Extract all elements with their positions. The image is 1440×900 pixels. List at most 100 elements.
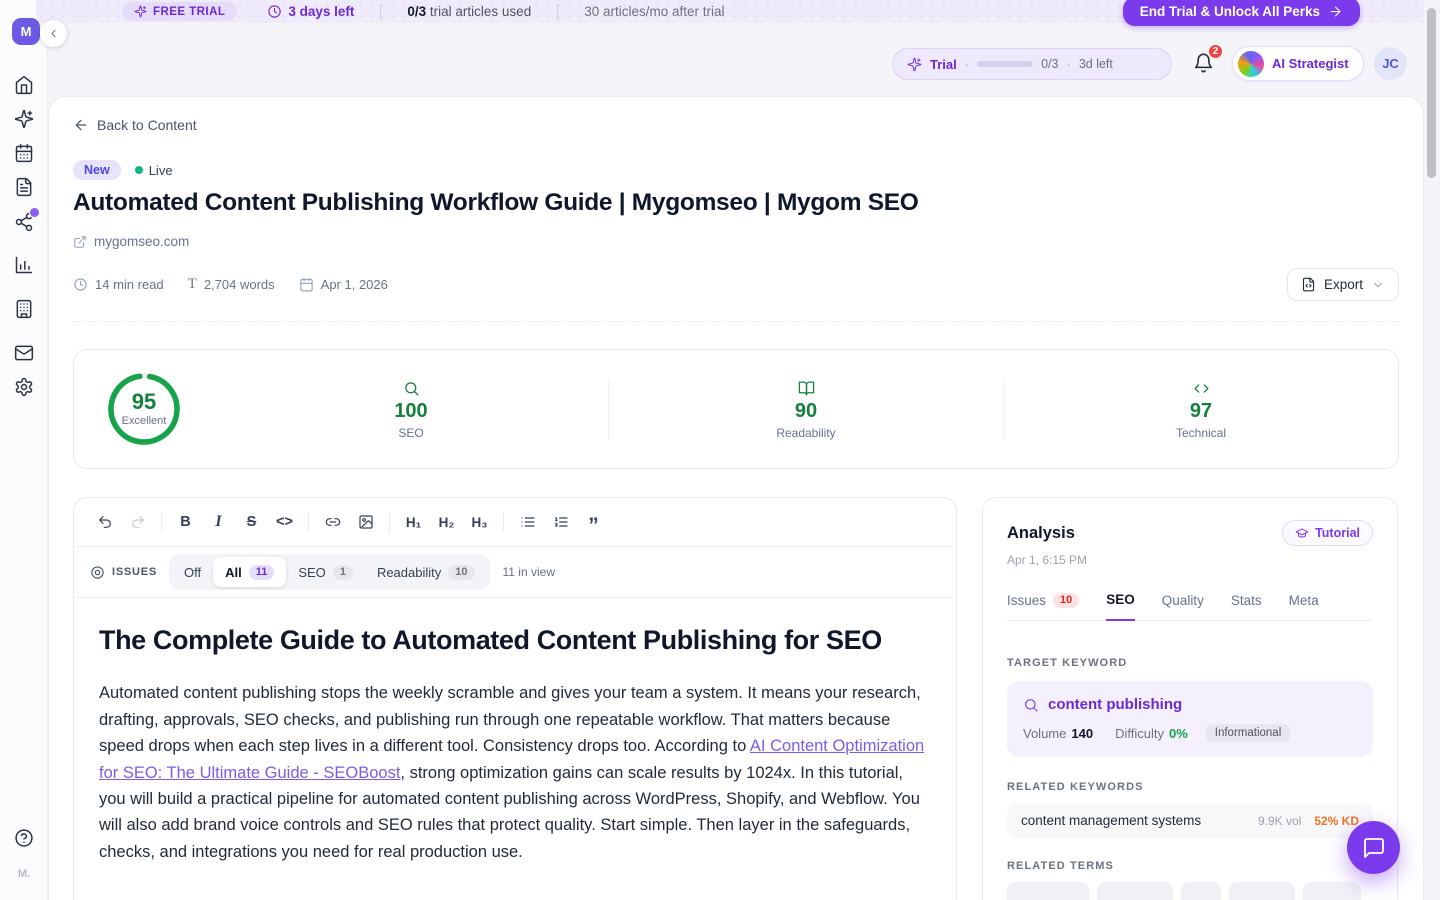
tab-stats[interactable]: Stats [1231, 592, 1262, 620]
sidebar-item-content[interactable] [14, 177, 34, 197]
keyword-difficulty: 0% [1169, 726, 1188, 741]
heading3-button[interactable]: H₃ [463, 507, 496, 537]
sidebar-item-analytics[interactable] [14, 255, 34, 275]
undo-button[interactable] [88, 507, 121, 537]
site-domain-link[interactable]: mygomseo.com [73, 234, 189, 249]
image-button[interactable] [349, 507, 382, 537]
trial-progress-bar [977, 61, 1033, 67]
undo-icon [97, 514, 113, 530]
related-term-pill[interactable] [1007, 882, 1089, 900]
analysis-tabs: Issues 10 SEO Quality Stats Meta [1007, 592, 1373, 621]
live-status: Live [135, 163, 173, 178]
trial-time-left: 3d left [1079, 57, 1113, 71]
trial-status-pill[interactable]: Trial · 0/3 · 3d left [892, 48, 1172, 80]
divider [73, 321, 1399, 322]
related-keyword-row[interactable]: content management systems 9.9K vol 52% … [1007, 803, 1373, 838]
article-heading: The Complete Guide to Automated Content … [99, 624, 930, 656]
export-button[interactable]: Export [1287, 268, 1399, 301]
filter-readability-count: 10 [448, 565, 474, 580]
gear-icon [14, 377, 34, 397]
related-term-pill[interactable] [1097, 882, 1173, 900]
sidebar-item-settings[interactable] [14, 377, 34, 397]
blockquote-button[interactable]: ” [577, 507, 610, 537]
trial-articles-used: 0/3 trial articles used [407, 4, 531, 19]
chevron-left-icon [47, 27, 60, 40]
tab-quality[interactable]: Quality [1162, 592, 1204, 620]
home-icon [14, 75, 34, 95]
bullet-list-icon [520, 514, 536, 530]
word-count: T 2,704 words [188, 276, 275, 293]
trial-label: Trial [930, 57, 957, 72]
tab-seo[interactable]: SEO [1106, 592, 1135, 621]
back-to-content-link[interactable]: Back to Content [73, 117, 197, 133]
notifications-button[interactable]: 2 [1193, 52, 1215, 76]
issues-filter-bar: ISSUES Off All 11 SEO 1 Readability 10 [74, 547, 956, 598]
filter-all-count: 11 [249, 565, 275, 580]
filter-off[interactable]: Off [172, 557, 213, 587]
strikethrough-button[interactable]: S [235, 507, 268, 537]
tab-meta[interactable]: Meta [1289, 592, 1319, 620]
calendar-icon [14, 143, 34, 163]
issues-filter-segmented-control: Off All 11 SEO 1 Readability 10 [169, 554, 490, 590]
issues-in-view: 11 in view [503, 565, 555, 579]
calendar-icon [299, 277, 314, 292]
tab-issues[interactable]: Issues 10 [1007, 592, 1079, 620]
bold-button[interactable]: B [169, 507, 202, 537]
editor-card: B I S <> H₁ H₂ H₃ ” [73, 497, 957, 900]
document-icon [14, 177, 34, 197]
italic-button[interactable]: I [202, 507, 235, 537]
sidebar-item-help[interactable] [14, 828, 34, 848]
search-icon [1023, 697, 1039, 713]
ai-strategist-button[interactable]: AI Strategist [1232, 46, 1364, 81]
related-term-pill[interactable] [1181, 882, 1221, 900]
search-icon [403, 380, 420, 397]
end-trial-button[interactable]: End Trial & Unlock All Perks [1123, 0, 1360, 26]
divider [308, 512, 309, 532]
chat-bubble-icon [1362, 836, 1386, 860]
related-term-pill[interactable] [1303, 882, 1361, 900]
sidebar-item-calendar[interactable] [14, 143, 34, 163]
related-keyword-kd: 52% KD [1314, 814, 1359, 828]
heading2-button[interactable]: H₂ [430, 507, 463, 537]
new-badge: New [73, 160, 121, 180]
trial-progress-count: 0/3 [1041, 57, 1058, 71]
sidebar-item-mail[interactable] [14, 343, 34, 363]
filter-all[interactable]: All 11 [213, 557, 286, 587]
bullet-list-button[interactable] [511, 507, 544, 537]
target-keyword-card[interactable]: content publishing Volume 140 Difficulty… [1007, 681, 1373, 757]
heading1-button[interactable]: H₁ [397, 507, 430, 537]
graduation-cap-icon [1295, 526, 1309, 540]
target-keyword-value: content publishing [1048, 696, 1182, 713]
analysis-title: Analysis [1007, 524, 1075, 543]
link-icon [325, 514, 341, 530]
inline-code-button[interactable]: <> [268, 507, 301, 537]
filter-seo[interactable]: SEO 1 [286, 557, 365, 587]
arrow-left-icon [73, 117, 89, 133]
divider [380, 4, 381, 20]
ordered-list-button[interactable] [544, 507, 577, 537]
app-logo[interactable]: M [12, 18, 40, 45]
sidebar-item-share[interactable] [14, 212, 34, 232]
sidebar-item-company[interactable] [14, 299, 34, 319]
tutorial-button[interactable]: Tutorial [1282, 520, 1373, 546]
chat-widget-button[interactable] [1347, 821, 1400, 874]
scrollbar-thumb[interactable] [1427, 8, 1436, 178]
mail-icon [14, 343, 34, 363]
filter-readability[interactable]: Readability 10 [365, 557, 487, 587]
help-icon [14, 828, 34, 848]
redo-button[interactable] [121, 507, 154, 537]
link-button[interactable] [316, 507, 349, 537]
article-body[interactable]: The Complete Guide to Automated Content … [74, 598, 956, 865]
ordered-list-icon [553, 514, 569, 530]
sparkles-icon [134, 5, 147, 18]
sidebar-item-ai[interactable] [14, 109, 34, 129]
user-avatar[interactable]: JC [1374, 47, 1407, 80]
keyword-volume: 140 [1071, 726, 1093, 741]
external-link-icon [73, 235, 87, 249]
issues-count-badge: 10 [1053, 593, 1079, 608]
divider [503, 512, 504, 532]
related-keywords-label: RELATED KEYWORDS [1007, 781, 1373, 793]
sidebar-collapse-button[interactable] [40, 20, 67, 47]
related-term-pill[interactable] [1229, 882, 1295, 900]
sidebar-item-home[interactable] [14, 75, 34, 95]
